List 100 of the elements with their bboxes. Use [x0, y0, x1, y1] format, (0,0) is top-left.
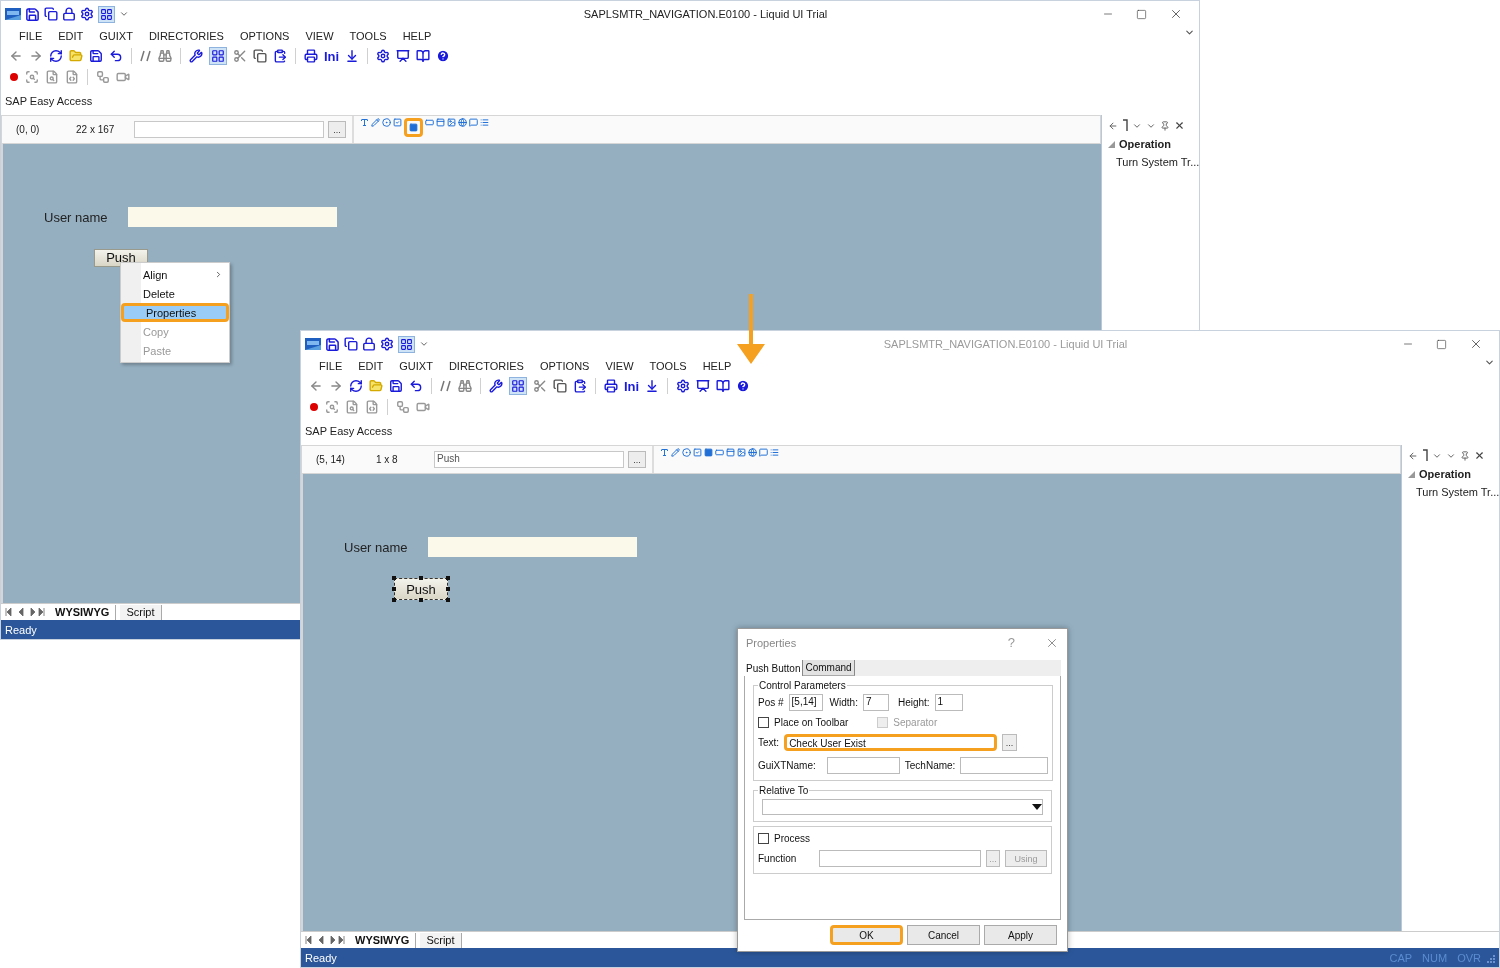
list-icon[interactable] — [770, 448, 779, 457]
caret-icon[interactable] — [1032, 804, 1042, 810]
dialog-tab[interactable]: Command — [803, 660, 855, 676]
workflow-icon[interactable] — [396, 400, 410, 414]
menu-item[interactable]: EDIT — [350, 360, 392, 372]
download-icon[interactable] — [345, 49, 360, 63]
back-icon[interactable] — [1408, 450, 1418, 461]
menu-item[interactable]: TOOLS — [641, 360, 695, 372]
layout-icon[interactable] — [509, 377, 527, 395]
resize-handle[interactable] — [419, 576, 423, 580]
menu-item[interactable]: VIEW — [597, 360, 642, 372]
tree-item[interactable]: Turn System Tr... — [1416, 486, 1500, 498]
comment-icon[interactable] — [440, 379, 452, 393]
tab-navigation-icon[interactable] — [5, 608, 45, 616]
menu-item[interactable]: Properties — [121, 303, 229, 322]
globe-icon[interactable] — [748, 448, 757, 457]
resize-handle[interactable] — [392, 576, 396, 580]
book-icon[interactable] — [416, 49, 431, 63]
tree-item[interactable]: Turn System Tr... — [1116, 156, 1200, 168]
dialog-button[interactable]: Apply — [984, 925, 1057, 945]
download-icon[interactable] — [645, 379, 660, 393]
forward-icon[interactable] — [29, 49, 43, 63]
undo-icon[interactable] — [409, 379, 423, 393]
pencil-icon[interactable] — [671, 448, 680, 457]
copy-icon[interactable] — [253, 49, 267, 63]
back-icon[interactable] — [309, 379, 323, 393]
menu-item[interactable]: Align — [121, 265, 229, 284]
resize-handle[interactable] — [446, 598, 450, 602]
menu-item[interactable]: VIEW — [297, 30, 342, 42]
save-icon[interactable] — [89, 49, 103, 63]
menu-item[interactable]: GUIXT — [91, 30, 141, 42]
pin-icon[interactable] — [1160, 120, 1170, 131]
scissors-icon[interactable] — [233, 49, 247, 63]
settings-icon[interactable] — [376, 49, 391, 63]
record-icon[interactable] — [9, 72, 19, 82]
file-search-icon[interactable] — [45, 70, 59, 84]
folder-icon[interactable] — [369, 379, 383, 393]
resize-handle[interactable] — [392, 598, 396, 602]
paste-icon[interactable] — [573, 379, 587, 393]
view-tab[interactable]: Script — [120, 604, 162, 620]
height-field[interactable]: 1 — [934, 694, 963, 711]
copy-icon[interactable] — [553, 379, 567, 393]
layout-icon[interactable] — [209, 47, 227, 65]
menu-item[interactable]: EDIT — [50, 30, 92, 42]
video-icon[interactable] — [116, 70, 130, 84]
app-logo-icon[interactable] — [5, 7, 21, 21]
binoculars-icon[interactable] — [158, 49, 172, 63]
comment-icon[interactable] — [140, 49, 152, 63]
settings-icon[interactable] — [676, 379, 691, 393]
refresh-icon[interactable] — [49, 49, 63, 63]
browse-button[interactable]: ... — [628, 451, 646, 468]
help-icon[interactable] — [436, 49, 451, 63]
menu-item[interactable]: FILE — [11, 30, 51, 42]
binoculars-icon[interactable] — [458, 379, 472, 393]
width-field[interactable]: 7 — [862, 694, 889, 711]
lock-icon[interactable] — [62, 7, 76, 21]
help-icon[interactable] — [736, 379, 751, 393]
menu-item[interactable]: HELP — [694, 360, 740, 372]
filled-square-icon[interactable] — [404, 118, 423, 137]
settings-icon[interactable] — [380, 337, 394, 351]
printer-icon[interactable] — [604, 379, 618, 393]
username-field[interactable] — [428, 537, 637, 557]
layout-icon[interactable] — [398, 335, 415, 353]
dialog-button[interactable]: Cancel — [907, 925, 980, 945]
menu-item[interactable]: OPTIONS — [231, 30, 298, 42]
video-icon[interactable] — [416, 400, 430, 414]
text-tool-icon[interactable] — [660, 448, 669, 457]
text-field[interactable]: Check User Exist — [784, 734, 998, 751]
checkbox-icon[interactable] — [693, 448, 702, 457]
menu-item[interactable]: OPTIONS — [531, 360, 598, 372]
dialog-button[interactable]: OK — [830, 925, 903, 945]
tree-item[interactable]: Operation — [1419, 468, 1471, 480]
tree-item[interactable]: Operation — [1119, 138, 1171, 150]
printer-icon[interactable] — [304, 49, 318, 63]
wrench-icon[interactable] — [189, 49, 203, 63]
file-code-icon[interactable] — [65, 70, 79, 84]
paste-icon[interactable] — [273, 49, 287, 63]
resize-handle[interactable] — [446, 576, 450, 580]
copy-icon[interactable] — [44, 7, 58, 21]
copy-icon[interactable] — [344, 337, 358, 351]
push-button[interactable]: Push — [394, 578, 448, 600]
layout-icon[interactable] — [98, 5, 115, 23]
ini-icon[interactable]: Ini — [324, 48, 340, 64]
save-icon[interactable] — [25, 6, 40, 22]
expanded-icon[interactable] — [1108, 140, 1115, 148]
close-icon[interactable] — [1469, 337, 1483, 351]
username-field[interactable] — [128, 207, 337, 227]
image-icon[interactable] — [737, 448, 746, 457]
filled-square-icon[interactable] — [704, 448, 713, 457]
menu-item[interactable]: FILE — [311, 360, 351, 372]
file-code-icon[interactable] — [365, 400, 379, 414]
function-field[interactable] — [819, 850, 981, 867]
resize-grip-icon[interactable] — [1485, 952, 1495, 963]
rectangle-icon[interactable] — [715, 448, 724, 457]
book-icon[interactable] — [716, 379, 731, 393]
radio-icon[interactable] — [682, 448, 691, 457]
scissors-icon[interactable] — [533, 379, 547, 393]
folder-icon[interactable] — [69, 49, 83, 63]
text-field[interactable] — [134, 121, 324, 138]
techname-field[interactable] — [960, 757, 1049, 774]
